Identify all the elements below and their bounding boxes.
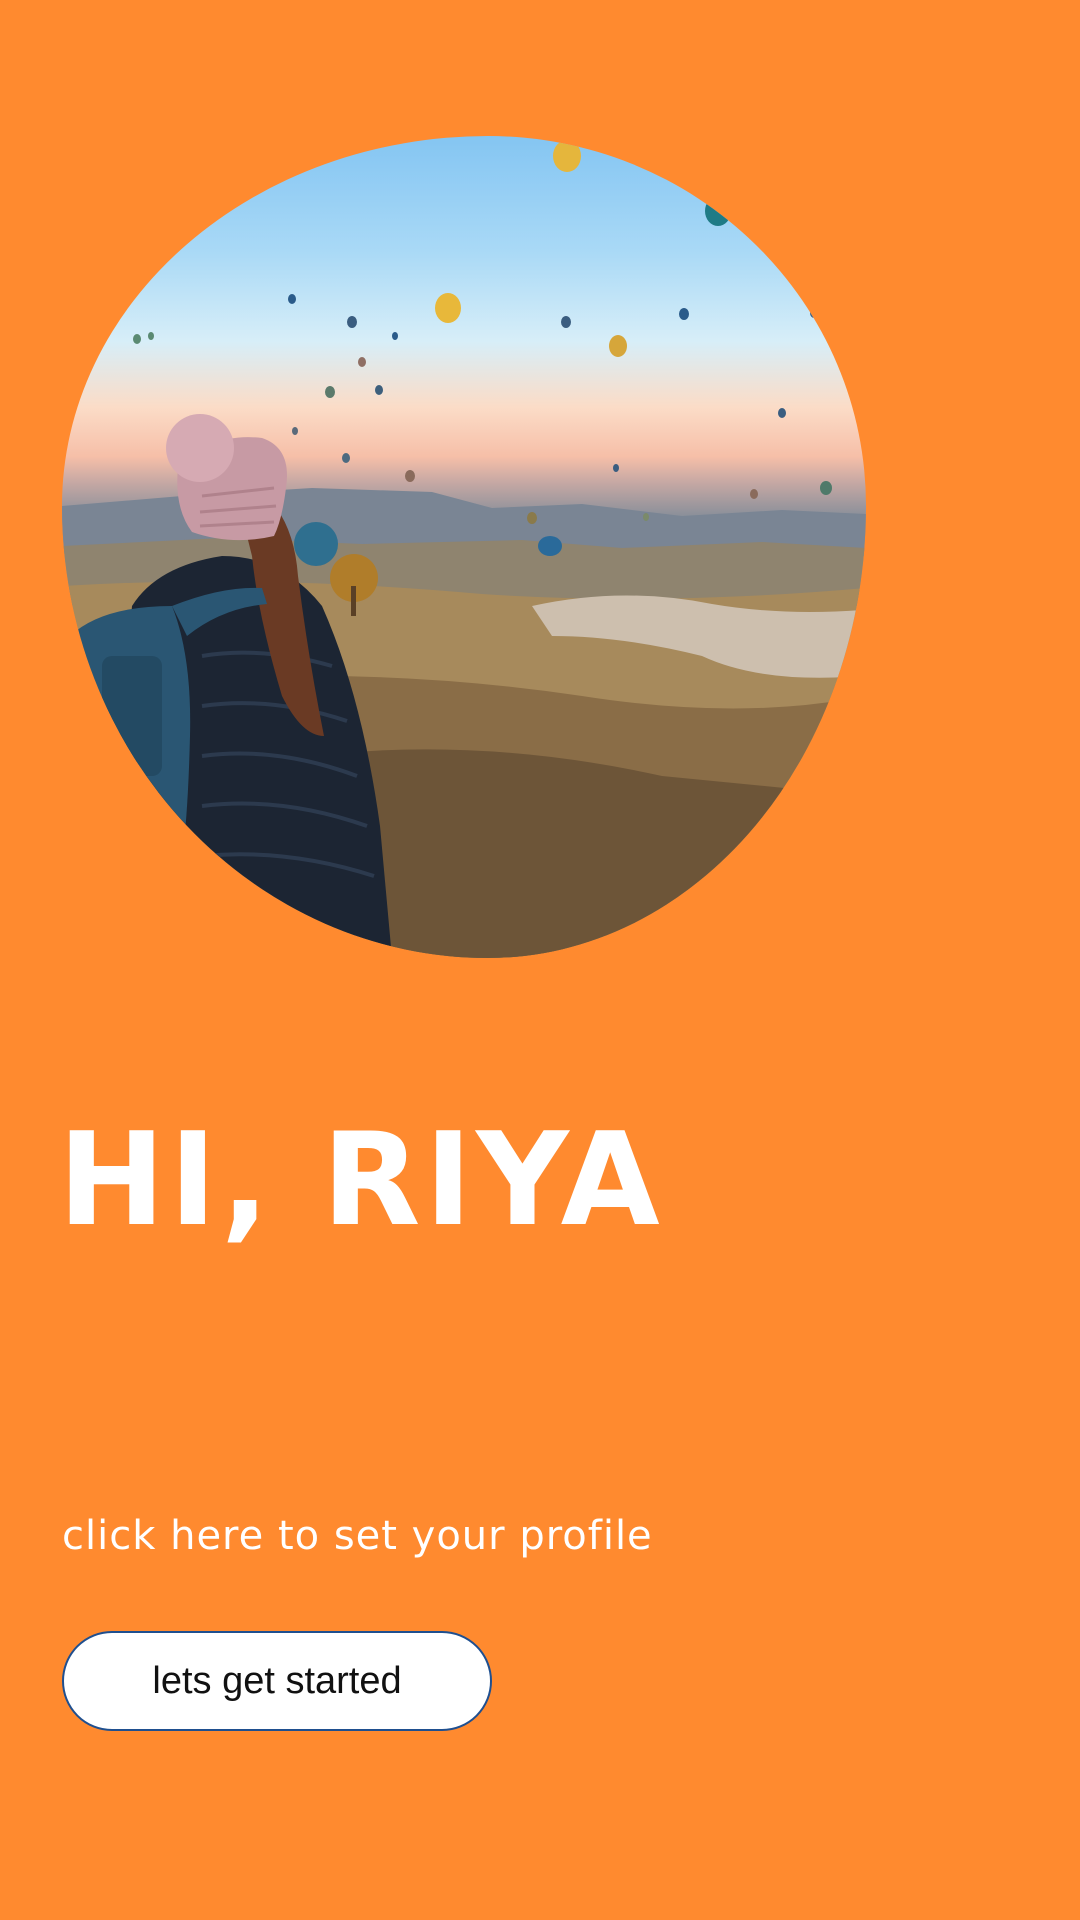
get-started-button[interactable]: lets get started [62, 1631, 492, 1731]
greeting-title: HI, RIYA [58, 1106, 664, 1255]
photo-traveler-balloons-icon [62, 140, 866, 958]
hero-photo [62, 136, 866, 958]
set-profile-link[interactable]: click here to set your profile [62, 1508, 653, 1564]
